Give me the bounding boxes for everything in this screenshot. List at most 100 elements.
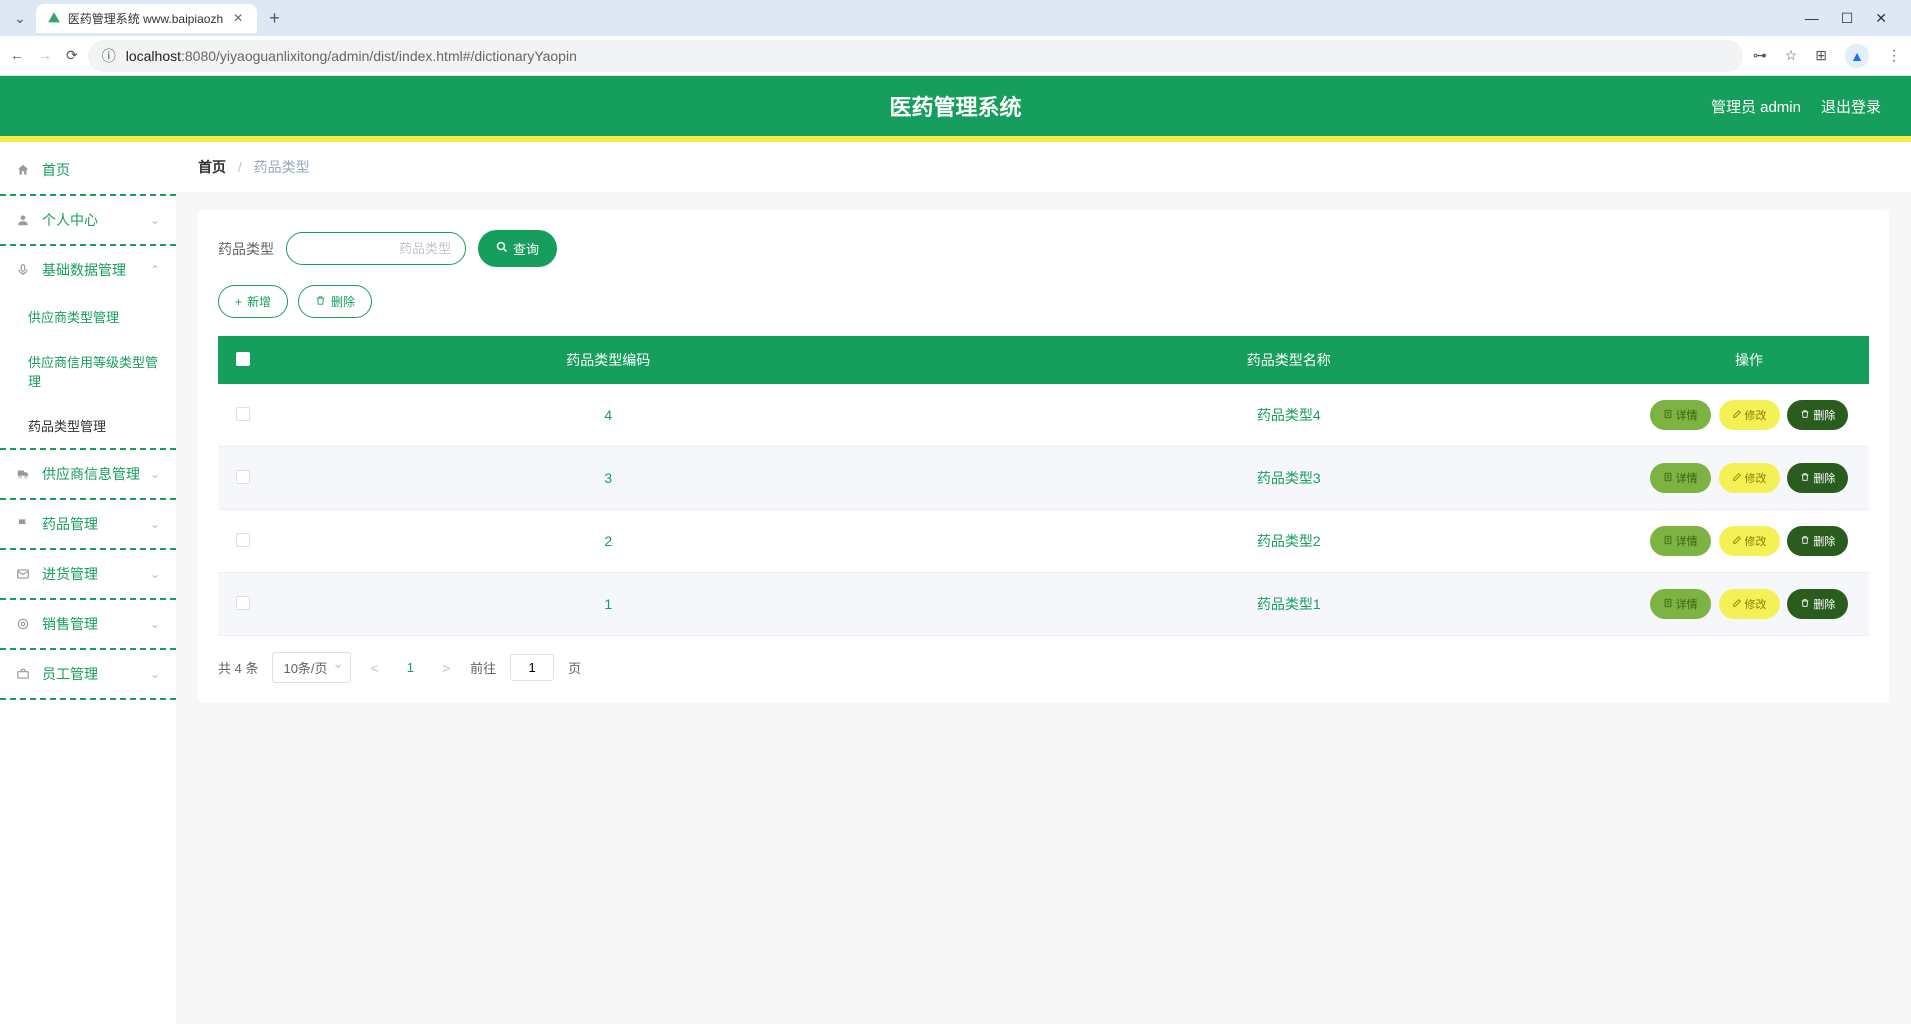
table-row: 4 药品类型4 详情 修改 删除 [218,384,1869,447]
row-edit-button[interactable]: 修改 [1719,400,1780,430]
cell-code: 3 [268,447,949,510]
target-icon [16,617,34,631]
sidebar-item-label: 个人中心 [42,210,98,230]
reload-icon[interactable]: ⟳ [66,47,78,64]
password-icon[interactable]: ⊶ [1753,47,1767,64]
search-button[interactable]: 查询 [478,230,557,267]
detail-label: 详情 [1676,470,1698,486]
profile-avatar[interactable]: ▲ [1845,44,1869,68]
maximize-icon[interactable]: ☐ [1841,10,1854,27]
row-delete-button[interactable]: 删除 [1787,589,1848,619]
close-window-icon[interactable]: ✕ [1875,10,1887,27]
row-detail-button[interactable]: 详情 [1650,463,1711,493]
row-delete-button[interactable]: 删除 [1787,463,1848,493]
select-all-checkbox[interactable] [236,352,250,366]
tab-list-dropdown[interactable]: ⌄ [8,10,32,27]
prev-page-button[interactable]: < [365,660,385,676]
url-path: :8080/yiyaoguanlixitong/admin/dist/index… [181,48,577,64]
row-checkbox[interactable] [236,533,250,547]
favicon-icon [46,10,62,26]
sidebar-item-label: 供应商信息管理 [42,464,140,484]
bulk-delete-label: 删除 [331,293,355,310]
table-row: 2 药品类型2 详情 修改 删除 [218,510,1869,573]
sidebar-item-drug[interactable]: 药品管理 ⌄ [0,500,176,550]
row-detail-button[interactable]: 详情 [1650,400,1711,430]
data-table: 药品类型编码 药品类型名称 操作 4 药品类型4 详情 修改 删除 3 药品类型… [218,336,1869,636]
briefcase-icon [16,667,34,681]
chevron-down-icon: ⌄ [150,567,160,581]
browser-tab[interactable]: 医药管理系统 www.baipiaozh ✕ [36,4,257,33]
row-checkbox[interactable] [236,407,250,421]
row-edit-button[interactable]: 修改 [1719,589,1780,619]
next-page-button[interactable]: > [436,660,456,676]
chevron-down-icon: ⌄ [150,667,160,681]
menu-icon[interactable]: ⋮ [1887,47,1901,64]
row-edit-button[interactable]: 修改 [1719,526,1780,556]
tab-title: 医药管理系统 www.baipiaozh [68,10,223,27]
breadcrumb-separator: / [238,159,242,175]
sidebar-item-sales[interactable]: 销售管理 ⌄ [0,600,176,650]
row-delete-button[interactable]: 删除 [1787,526,1848,556]
sidebar-item-supplier-info[interactable]: 供应商信息管理 ⌄ [0,450,176,500]
row-edit-button[interactable]: 修改 [1719,463,1780,493]
edit-icon [1732,409,1742,422]
extensions-icon[interactable]: ⊞ [1815,47,1827,64]
goto-input[interactable] [510,654,554,681]
sidebar-item-label: 销售管理 [42,614,98,634]
url-box[interactable]: ⓘ localhost:8080/yiyaoguanlixitong/admin… [88,40,1743,72]
row-detail-button[interactable]: 详情 [1650,526,1711,556]
row-checkbox[interactable] [236,470,250,484]
plus-icon: + [235,295,242,309]
total-count: 共 4 条 [218,658,258,677]
trash-icon [315,295,326,309]
sidebar-item-basedata[interactable]: 基础数据管理 ⌃ [0,246,176,294]
cell-code: 4 [268,384,949,447]
site-info-icon[interactable]: ⓘ [102,46,116,66]
forward-icon[interactable]: → [38,47,52,64]
sidebar-home[interactable]: 首页 [0,146,176,196]
header-name: 药品类型名称 [949,336,1630,384]
truck-icon [16,467,34,481]
minimize-icon[interactable]: — [1805,10,1819,27]
edit-label: 修改 [1745,533,1767,549]
row-checkbox[interactable] [236,596,250,610]
submenu-label: 供应商类型管理 [28,310,119,325]
bulk-delete-button[interactable]: 删除 [298,285,372,318]
page-size-select[interactable]: 10条/页 [272,652,350,683]
table-row: 3 药品类型3 详情 修改 删除 [218,447,1869,510]
sidebar-item-staff[interactable]: 员工管理 ⌄ [0,650,176,700]
add-button[interactable]: + 新增 [218,285,288,318]
back-icon[interactable]: ← [10,47,24,64]
goto-label: 前往 [470,658,496,677]
page-number[interactable]: 1 [399,660,422,675]
cell-code: 2 [268,510,949,573]
row-detail-button[interactable]: 详情 [1650,589,1711,619]
sidebar-item-personal[interactable]: 个人中心 ⌄ [0,196,176,246]
search-button-label: 查询 [513,239,539,258]
sidebar-item-label: 药品管理 [42,514,98,534]
bookmark-icon[interactable]: ☆ [1785,47,1798,64]
sidebar-item-purchase[interactable]: 进货管理 ⌄ [0,550,176,600]
submenu-drug-type[interactable]: 药品类型管理 [0,403,176,448]
logout-link[interactable]: 退出登录 [1821,96,1881,117]
submenu-supplier-credit[interactable]: 供应商信用等级类型管理 [0,339,176,403]
table-header-row: 药品类型编码 药品类型名称 操作 [218,336,1869,384]
pagination: 共 4 条 10条/页 < 1 > 前往 页 [218,652,1869,683]
row-checkbox-cell [218,384,268,447]
cell-code: 1 [268,573,949,636]
sidebar-item-label: 基础数据管理 [42,260,126,280]
current-user[interactable]: 管理员 admin [1711,96,1801,117]
submenu-supplier-type[interactable]: 供应商类型管理 [0,294,176,339]
new-tab-button[interactable]: + [261,8,288,29]
edit-label: 修改 [1745,596,1767,612]
row-delete-button[interactable]: 删除 [1787,400,1848,430]
delete-label: 删除 [1813,470,1835,486]
close-icon[interactable]: ✕ [229,11,247,25]
detail-label: 详情 [1676,407,1698,423]
home-icon [16,163,34,177]
search-input[interactable] [286,232,466,265]
cell-operations: 详情 修改 删除 [1629,447,1869,510]
breadcrumb-home[interactable]: 首页 [198,159,226,175]
add-button-label: 新增 [247,293,271,310]
search-row: 药品类型 查询 [218,230,1869,267]
